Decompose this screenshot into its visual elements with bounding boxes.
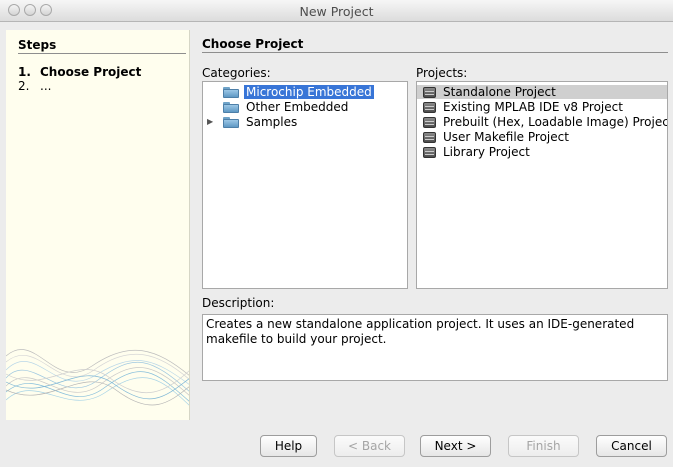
projects-list[interactable]: Standalone Project Existing MPLAB IDE v8… [416, 81, 668, 289]
folder-icon [223, 117, 239, 128]
main-divider [202, 52, 668, 53]
project-item-user-makefile[interactable]: User Makefile Project [417, 130, 667, 144]
projects-label: Projects: [416, 66, 468, 80]
project-label: Standalone Project [443, 85, 556, 99]
chip-icon [423, 102, 436, 113]
cancel-button[interactable]: Cancel [596, 435, 667, 457]
project-item-standalone[interactable]: Standalone Project [417, 85, 667, 99]
chip-icon [423, 117, 436, 128]
category-item-microchip-embedded[interactable]: Microchip Embedded [203, 85, 407, 99]
category-label: Other Embedded [246, 100, 349, 114]
wave-decoration-graphic [6, 349, 189, 406]
category-label: Samples [246, 115, 298, 129]
project-item-prebuilt[interactable]: Prebuilt (Hex, Loadable Image) Project [417, 115, 667, 129]
project-label: Existing MPLAB IDE v8 Project [443, 100, 623, 114]
category-label: Microchip Embedded [244, 85, 374, 99]
help-button[interactable]: Help [260, 435, 317, 457]
folder-icon [223, 87, 239, 98]
chip-icon [423, 132, 436, 143]
back-button[interactable]: < Back [334, 435, 405, 457]
step-number: 1. [18, 65, 31, 79]
window-title: New Project [299, 4, 374, 19]
project-label: Library Project [443, 145, 530, 159]
folder-icon [223, 102, 239, 113]
steps-divider [18, 53, 186, 54]
category-item-samples[interactable]: ▶ Samples [203, 115, 407, 129]
main-heading: Choose Project [202, 37, 304, 51]
next-button[interactable]: Next > [420, 435, 491, 457]
step-label: Choose Project [40, 65, 142, 79]
chip-icon [423, 147, 436, 158]
category-item-other-embedded[interactable]: Other Embedded [203, 100, 407, 114]
project-item-library[interactable]: Library Project [417, 145, 667, 159]
finish-button[interactable]: Finish [508, 435, 579, 457]
steps-panel: Steps 1. Choose Project 2.... [6, 30, 190, 420]
step-item-2: 2.... [18, 79, 51, 93]
step-label: ... [40, 79, 52, 93]
expand-arrow-icon[interactable]: ▶ [207, 115, 217, 129]
title-bar[interactable]: New Project [0, 0, 673, 22]
description-label: Description: [202, 296, 275, 310]
steps-heading: Steps [18, 38, 57, 52]
chip-icon [423, 87, 436, 98]
categories-list[interactable]: Microchip Embedded Other Embedded ▶ Samp… [202, 81, 408, 289]
step-item-1: 1. Choose Project [18, 65, 141, 79]
description-text: Creates a new standalone application pro… [202, 314, 668, 381]
project-label: Prebuilt (Hex, Loadable Image) Project [443, 115, 668, 129]
project-label: User Makefile Project [443, 130, 569, 144]
new-project-window: New Project Steps 1. Choose Project 2.... [0, 0, 673, 467]
categories-label: Categories: [202, 66, 271, 80]
step-number: 2. [18, 79, 30, 93]
project-item-existing-mplab[interactable]: Existing MPLAB IDE v8 Project [417, 100, 667, 114]
